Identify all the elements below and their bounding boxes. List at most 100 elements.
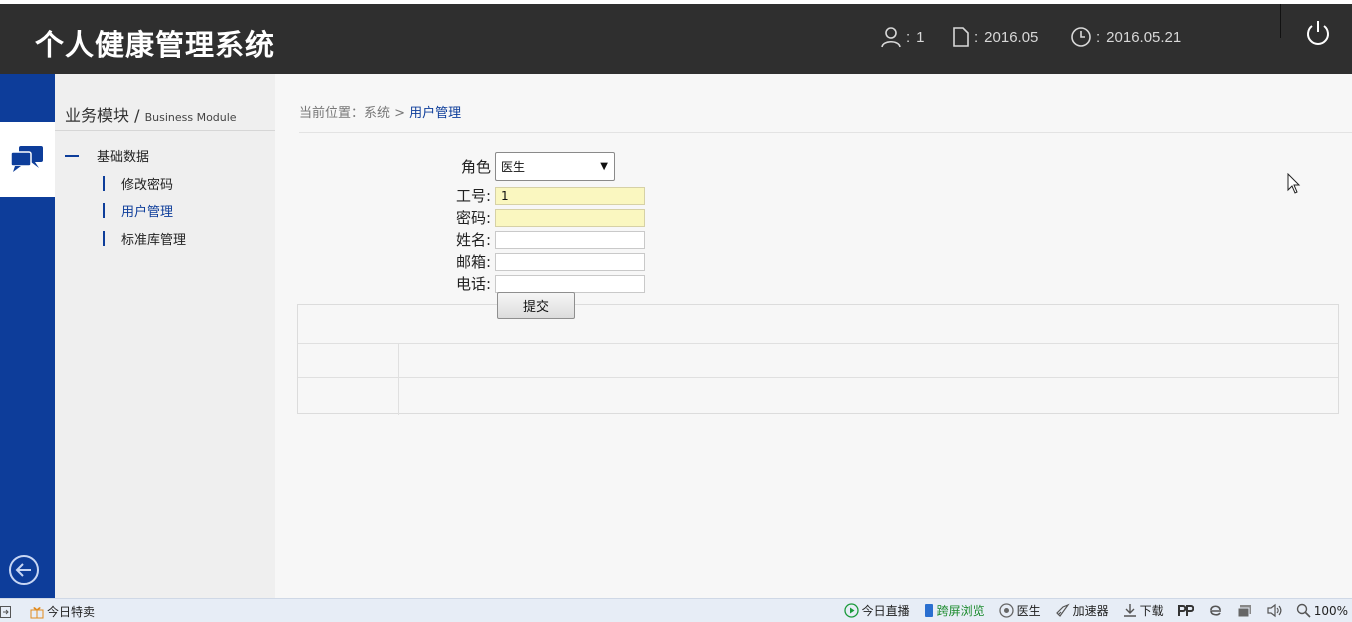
dropdown-arrow-icon: ▼ (600, 161, 608, 172)
panel-toggle-button[interactable] (0, 605, 12, 619)
mouse-cursor-icon (1287, 172, 1301, 199)
status-left: 今日特卖 (0, 603, 95, 620)
header-divider (1280, 4, 1281, 38)
module-bar (0, 74, 55, 598)
phone-input[interactable] (495, 274, 645, 293)
user-info: : 1 (880, 26, 925, 48)
sidebar-group-basic-data[interactable]: 基础数据 (65, 146, 149, 165)
sidebar: 业务模块 / Business Module 基础数据 修改密码 用户管理 标准… (55, 74, 275, 598)
role-select[interactable]: 医生 ▼ (495, 152, 615, 181)
arrow-left-circle-icon (9, 555, 39, 585)
status-right: 今日直播 跨屏浏览 医生 加速器 下载 100% (843, 602, 1348, 619)
email-input[interactable] (495, 252, 645, 271)
sidebar-title-cn: 业务模块 (65, 106, 130, 125)
zoom-label: 100% (1313, 603, 1348, 618)
password-input[interactable] (495, 208, 645, 227)
pp-icon (1177, 604, 1194, 616)
period-info: : 2016.05 (952, 26, 1038, 48)
cross-screen-link[interactable]: 跨屏浏览 (924, 602, 985, 619)
date-value: 2016.05.21 (1106, 28, 1182, 46)
name-label: 姓名: (455, 231, 491, 249)
sidebar-item-user-management[interactable]: 用户管理 (103, 201, 173, 220)
doctor-link[interactable]: 医生 (998, 602, 1041, 619)
name-row: 姓名: (425, 229, 645, 250)
chat-icon (9, 144, 45, 178)
user-icon (881, 27, 901, 48)
submit-button[interactable]: 提交 (497, 292, 575, 319)
doctor-label: 医生 (1016, 604, 1041, 618)
sidebar-divider (55, 130, 275, 131)
window-icon (1237, 604, 1251, 617)
role-select-value: 医生 (501, 160, 526, 174)
sidebar-group-label: 基础数据 (97, 150, 150, 165)
browser-status-bar: 今日特卖 今日直播 跨屏浏览 医生 加速器 下载 100% (0, 598, 1352, 622)
window-button[interactable] (1237, 604, 1252, 618)
ie-mode-button[interactable] (1208, 603, 1223, 618)
main-content: 当前位置：系统 > 用户管理 角色 医生 ▼ 工号: 1 密码: 姓名: 邮箱:… (275, 74, 1352, 598)
user-sep: : (906, 28, 911, 46)
password-row: 密码: (425, 207, 645, 228)
user-value: 1 (916, 28, 925, 46)
date-sep: : (1096, 28, 1101, 46)
phone-row: 电话: (425, 273, 645, 294)
gift-icon (30, 606, 44, 618)
item-marker (103, 176, 105, 191)
password-label: 密码: (455, 209, 491, 227)
sidebar-item-label: 标准库管理 (121, 233, 187, 248)
email-label: 邮箱: (455, 253, 491, 271)
accelerator-link[interactable]: 加速器 (1055, 602, 1109, 619)
pinyin-button[interactable] (1177, 604, 1194, 617)
download-label: 下载 (1139, 604, 1164, 618)
item-marker (103, 231, 105, 246)
id-row: 工号: 1 (425, 185, 645, 206)
daily-deal-link[interactable]: 今日特卖 (30, 603, 95, 620)
breadcrumb-current[interactable]: 用户管理 (409, 106, 461, 121)
sidebar-title-en: Business Module (144, 111, 237, 124)
role-label: 角色 (460, 158, 491, 176)
sidebar-title-sep: / (129, 106, 145, 125)
magnifier-icon (1296, 603, 1311, 618)
live-label: 今日直播 (861, 604, 910, 618)
cross-screen-label: 跨屏浏览 (936, 604, 985, 618)
app-header: 个人健康管理系统 : 1 : 2016.05 : 2016.05.21 (0, 4, 1352, 74)
sidebar-item-change-password[interactable]: 修改密码 (103, 174, 173, 193)
email-row: 邮箱: (425, 251, 645, 272)
panel-icon (0, 605, 11, 618)
logout-button[interactable] (1303, 18, 1333, 52)
id-input[interactable]: 1 (495, 186, 645, 205)
phone-label: 电话: (455, 275, 491, 293)
document-icon (953, 27, 969, 47)
accelerator-label: 加速器 (1072, 604, 1109, 618)
download-link[interactable]: 下载 (1123, 602, 1164, 619)
phone-icon (924, 604, 933, 617)
rocket-icon (1055, 603, 1070, 617)
sidebar-title: 业务模块 / Business Module (65, 102, 237, 126)
date-info: : 2016.05.21 (1070, 26, 1181, 48)
clock-icon (1071, 27, 1091, 47)
daily-deal-label: 今日特卖 (47, 605, 96, 619)
breadcrumb-prefix: 当前位置：系统 > (299, 106, 410, 121)
live-link[interactable]: 今日直播 (843, 602, 910, 619)
id-label: 工号: (455, 187, 491, 205)
sidebar-item-standard-library[interactable]: 标准库管理 (103, 229, 186, 248)
breadcrumb-divider (299, 132, 1352, 133)
ie-icon (1209, 605, 1221, 616)
volume-button[interactable] (1266, 603, 1282, 618)
role-row: 角色 医生 ▼ (425, 152, 615, 181)
frame-line (398, 343, 399, 415)
doctor-icon (998, 603, 1014, 618)
name-input[interactable] (495, 230, 645, 249)
zoom-control[interactable]: 100% (1296, 603, 1348, 618)
app-title: 个人健康管理系统 (35, 28, 276, 62)
power-icon (1307, 21, 1329, 45)
sidebar-item-label: 修改密码 (121, 178, 174, 193)
sidebar-item-label: 用户管理 (121, 205, 174, 220)
download-icon (1123, 604, 1136, 617)
item-marker (103, 203, 105, 218)
collapse-button[interactable] (8, 554, 40, 590)
period-sep: : (974, 28, 979, 46)
content-frame (297, 304, 1339, 415)
frame-line (298, 343, 1338, 344)
play-circle-icon (843, 603, 859, 618)
breadcrumb: 当前位置：系统 > 用户管理 (299, 102, 461, 121)
